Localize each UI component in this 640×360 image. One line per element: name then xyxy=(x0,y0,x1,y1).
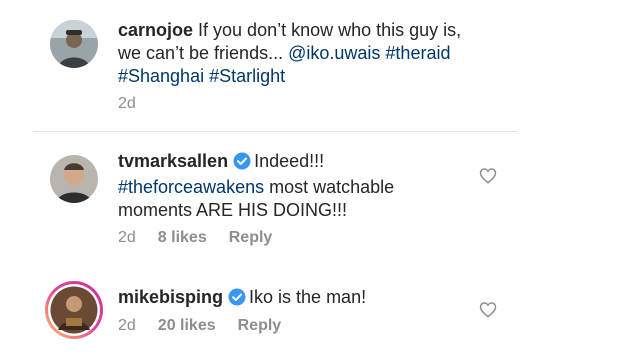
comment-body: tvmarksallen Indeed!!! #theforceawakens m… xyxy=(118,150,394,222)
comment-username[interactable]: tvmarksallen xyxy=(118,151,228,171)
comment-text: we can’t be friends... xyxy=(118,43,289,63)
hashtag-link[interactable]: #theforceawakens xyxy=(118,177,264,197)
comment-time: 2d xyxy=(118,95,136,112)
reply-button[interactable]: Reply xyxy=(229,229,273,246)
mention-link[interactable]: @iko.uwais xyxy=(288,43,380,63)
comment-likes-link[interactable]: 8 likes xyxy=(158,229,207,246)
hashtag-link[interactable]: #theraid xyxy=(385,43,450,63)
avatar-carnojoe[interactable] xyxy=(50,20,98,68)
comment-username[interactable]: mikebisping xyxy=(118,287,223,307)
comment-meta: 2d xyxy=(118,95,158,113)
hashtag-link[interactable]: #Shanghai xyxy=(118,66,204,86)
comment-time: 2d xyxy=(118,229,136,246)
comment-text: Iko is the man! xyxy=(249,287,367,307)
like-heart-icon[interactable] xyxy=(479,167,497,189)
hashtag-link[interactable]: #Starlight xyxy=(209,66,285,86)
comment-text: most watchable xyxy=(264,177,395,197)
avatar-mikebisping[interactable] xyxy=(44,280,104,340)
comment-likes-link[interactable]: 20 likes xyxy=(158,317,216,334)
verified-badge-icon xyxy=(228,288,246,312)
comment-body: carnojoe If you don’t know who this guy … xyxy=(118,19,461,88)
avatar-tvmarksallen[interactable] xyxy=(50,155,98,203)
comment-username[interactable]: carnojoe xyxy=(118,20,193,40)
comment-meta: 2d 8 likes Reply xyxy=(118,229,294,247)
comment-body: mikebisping Iko is the man! xyxy=(118,286,366,312)
verified-badge-icon xyxy=(233,152,251,176)
comment-time: 2d xyxy=(118,317,136,334)
comment-meta: 2d 20 likes Reply xyxy=(118,317,303,335)
reply-button[interactable]: Reply xyxy=(238,317,282,334)
like-heart-icon[interactable] xyxy=(479,301,497,323)
divider xyxy=(33,131,517,132)
comment-text: If you don’t know who this guy is, xyxy=(193,20,462,40)
comment-text: moments ARE HIS DOING!!! xyxy=(118,200,348,220)
comment-thread: carnojoe If you don’t know who this guy … xyxy=(0,0,640,360)
comment-text: Indeed!!! xyxy=(254,151,325,171)
